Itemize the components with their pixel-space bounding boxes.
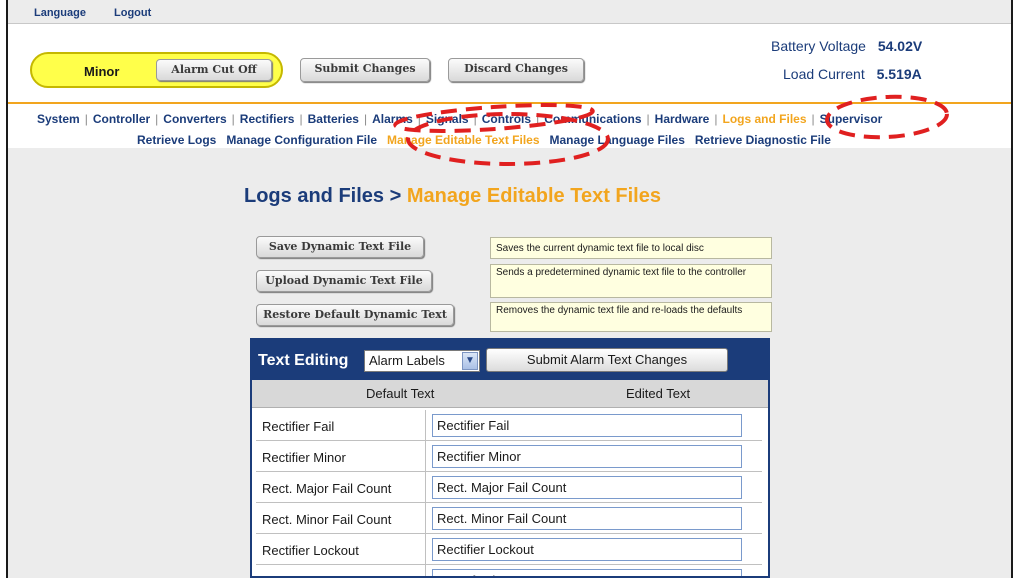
breadcrumb-separator: >	[389, 185, 402, 207]
logout-link[interactable]: Logout	[114, 7, 151, 19]
subnav-item-manage-configuration-file[interactable]: Manage Configuration File	[226, 133, 377, 147]
alarm-level-label: Minor	[84, 64, 120, 79]
nav-separator: |	[646, 112, 650, 126]
nav-item-converters[interactable]: Converters	[163, 112, 226, 126]
subnav-item-retrieve-diagnostic-file[interactable]: Retrieve Diagnostic File	[695, 133, 831, 147]
restore-default-text-button[interactable]: Restore Default Dynamic Text	[256, 304, 454, 326]
upload-dynamic-text-description: Sends a predetermined dynamic text file …	[490, 264, 772, 298]
nav-item-hardware[interactable]: Hardware	[655, 112, 710, 126]
battery-voltage-readout: Battery Voltage 54.02V	[771, 38, 922, 54]
default-text-cell: Out Of Tolerance	[256, 565, 426, 576]
page-title: Logs and Files > Manage Editable Text Fi…	[244, 185, 661, 208]
text-editing-header: Text Editing Alarm Labels ▼ Submit Alarm…	[252, 340, 768, 380]
language-link[interactable]: Language	[34, 7, 86, 19]
submit-changes-button[interactable]: Submit Changes	[300, 58, 430, 82]
nav-separator: |	[714, 112, 718, 126]
status-header: Minor Alarm Cut Off Submit Changes Disca…	[8, 24, 1011, 104]
nav-separator: |	[536, 112, 540, 126]
restore-default-text-description: Removes the dynamic text file and re-loa…	[490, 302, 772, 332]
edited-text-input[interactable]	[432, 538, 742, 561]
nav-item-system[interactable]: System	[37, 112, 80, 126]
default-text-cell: Rect. Major Fail Count	[256, 472, 426, 503]
nav-separator: |	[473, 112, 477, 126]
nav-item-supervisor[interactable]: Supervisor	[820, 112, 883, 126]
table-row: Rect. Major Fail Count	[256, 472, 762, 503]
nav-separator: |	[363, 112, 368, 126]
nav-item-signals[interactable]: Signals	[426, 112, 469, 126]
breadcrumb-current: Manage Editable Text Files	[406, 185, 661, 207]
main-nav: System | Controller | Converters | Rectifiers |…	[37, 112, 882, 126]
nav-separator: |	[84, 112, 88, 126]
load-current-label: Load Current	[783, 66, 865, 82]
table-row: Rect. Minor Fail Count	[256, 503, 762, 534]
text-editing-title: Text Editing	[258, 352, 349, 369]
text-category-value: Alarm Labels	[369, 353, 445, 368]
sub-nav: Retrieve Logs Manage Configuration File Ma…	[132, 133, 836, 147]
nav-item-controller[interactable]: Controller	[93, 112, 150, 126]
edited-text-input[interactable]	[432, 445, 742, 468]
save-dynamic-text-button[interactable]: Save Dynamic Text File	[256, 236, 424, 258]
nav-item-logs-and-files[interactable]: Logs and Files	[722, 112, 806, 126]
nav-item-communications[interactable]: Communications	[544, 112, 641, 126]
nav-item-alarms[interactable]: Alarms	[372, 112, 413, 126]
table-row: Rectifier Lockout	[256, 534, 762, 565]
table-row: Rectifier Minor	[256, 441, 762, 472]
load-current-value: 5.519A	[876, 66, 922, 82]
nav-item-controls[interactable]: Controls	[482, 112, 531, 126]
default-text-cell: Rect. Minor Fail Count	[256, 503, 426, 534]
edited-text-input[interactable]	[432, 569, 742, 576]
nav-separator: |	[155, 112, 159, 126]
edited-text-input[interactable]	[432, 507, 742, 530]
nav-separator: |	[299, 112, 303, 126]
column-edited-text: Edited Text	[626, 386, 691, 401]
battery-voltage-label: Battery Voltage	[771, 38, 866, 54]
text-editing-panel: Text Editing Alarm Labels ▼ Submit Alarm…	[250, 338, 770, 578]
upload-dynamic-text-button[interactable]: Upload Dynamic Text File	[256, 270, 432, 292]
window-frame-right	[1011, 0, 1013, 578]
subnav-item-manage-language-files[interactable]: Manage Language Files	[550, 133, 685, 147]
battery-voltage-value: 54.02V	[877, 38, 923, 54]
text-table-header: Default Text Edited Text	[252, 380, 768, 408]
discard-changes-button[interactable]: Discard Changes	[448, 58, 584, 82]
subnav-item-retrieve-logs[interactable]: Retrieve Logs	[137, 133, 216, 147]
nav-item-rectifiers[interactable]: Rectifiers	[240, 112, 295, 126]
chevron-down-icon[interactable]: ▼	[462, 352, 478, 370]
nav-separator: |	[417, 112, 421, 126]
table-row: Out Of Tolerance	[256, 565, 762, 576]
submit-alarm-text-button[interactable]: Submit Alarm Text Changes	[486, 348, 728, 372]
text-category-select[interactable]: Alarm Labels ▼	[364, 350, 480, 372]
nav-item-batteries[interactable]: Batteries	[308, 112, 359, 126]
edited-text-input[interactable]	[432, 476, 742, 499]
save-dynamic-text-description: Saves the current dynamic text file to l…	[490, 237, 772, 259]
alarm-cutoff-button[interactable]: Alarm Cut Off	[156, 59, 272, 81]
alarm-status-indicator: Minor Alarm Cut Off	[30, 52, 283, 88]
nav-separator: |	[811, 112, 815, 126]
default-text-cell: Rectifier Lockout	[256, 534, 426, 565]
default-text-cell: Rectifier Minor	[256, 441, 426, 472]
column-default-text: Default Text	[366, 386, 435, 401]
default-text-cell: Rectifier Fail	[256, 410, 426, 441]
utility-bar: Language Logout	[8, 0, 1011, 24]
breadcrumb-section: Logs and Files	[244, 185, 385, 207]
load-current-readout: Load Current 5.519A	[783, 66, 922, 82]
edited-text-input[interactable]	[432, 414, 742, 437]
table-row: Rectifier Fail	[256, 410, 762, 441]
subnav-item-manage-editable-text-files[interactable]: Manage Editable Text Files	[387, 133, 539, 147]
nav-separator: |	[231, 112, 235, 126]
